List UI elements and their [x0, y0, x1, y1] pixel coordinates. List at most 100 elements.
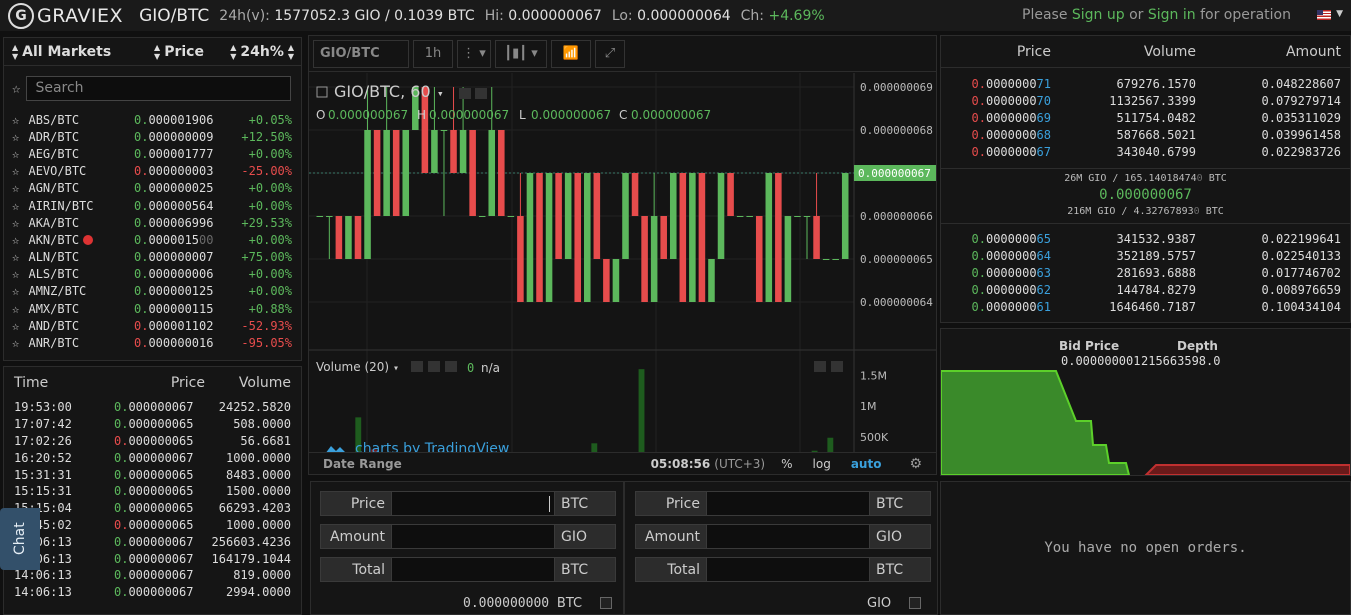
market-list: ☆ ABS/BTC 0.000001906 +0.05% ☆ ADR/BTC 0.…: [4, 111, 301, 352]
fullscreen-icon[interactable]: ⤢: [595, 39, 625, 68]
market-price: 0.000000125: [134, 284, 214, 299]
favorite-star-icon[interactable]: ☆: [12, 319, 19, 333]
market-row[interactable]: ☆ AKN/BTC 0.000001500 +0.00%: [4, 231, 301, 248]
indicators-icon[interactable]: 📶: [551, 39, 591, 68]
sort-market-button[interactable]: ▲ ▼ All Markets: [4, 43, 134, 61]
buy-form: Price BTC Amount GIO Total BTC 0.0000000…: [310, 481, 624, 615]
chart-clock: 05:08:56: [650, 456, 711, 471]
favorite-star-icon[interactable]: ☆: [12, 336, 19, 350]
market-row[interactable]: ☆ ABS/BTC 0.000001906 +0.05%: [4, 111, 301, 128]
candle: [765, 173, 773, 302]
candle: [488, 130, 496, 216]
market-row[interactable]: ☆ ANR/BTC 0.000000016 -95.05%: [4, 334, 301, 351]
favorite-star-icon[interactable]: ☆: [12, 284, 19, 298]
bid-row[interactable]: 0.000000061 1646460.7187 0.100434104: [941, 298, 1350, 315]
trade-list: 19:53:00 0.000000067 24252.5820 17:07:42 …: [4, 399, 301, 601]
interval-menu-icon[interactable]: ⋮ ▾: [457, 39, 491, 68]
market-row[interactable]: ☆ AEG/BTC 0.000001777 +0.00%: [4, 145, 301, 162]
market-pair: ☆ AEG/BTC: [12, 146, 80, 161]
candle: [622, 173, 629, 259]
favorites-star-icon[interactable]: ☆: [12, 81, 20, 97]
trades-header: Time Price Volume: [14, 375, 291, 391]
market-row[interactable]: ☆ AND/BTC 0.000001102 -52.93%: [4, 317, 301, 334]
favorite-star-icon[interactable]: ☆: [12, 164, 19, 178]
market-row[interactable]: ☆ AEVO/BTC 0.000000003 -25.00%: [4, 163, 301, 180]
search-input[interactable]: Search: [26, 76, 292, 101]
language-caret-icon[interactable]: ▼: [1336, 9, 1343, 19]
symbol-search-button[interactable]: GIO/BTC: [313, 39, 409, 68]
sort-price-button[interactable]: ▲ ▼ Price: [134, 43, 224, 61]
buy-max-checkbox[interactable]: [600, 597, 613, 609]
favorite-star-icon[interactable]: ☆: [12, 267, 19, 281]
favorite-star-icon[interactable]: ☆: [12, 181, 19, 195]
ask-row[interactable]: 0.000000070 1132567.3399 0.079279714: [941, 92, 1350, 109]
favorite-star-icon[interactable]: ☆: [12, 250, 19, 264]
ask-row[interactable]: 0.000000069 511754.0482 0.035311029: [941, 109, 1350, 126]
market-price: 0.000000006: [134, 267, 214, 282]
sell-amount-input[interactable]: [706, 525, 870, 548]
market-pair: ☆ AKA/BTC: [12, 215, 80, 230]
log-toggle[interactable]: log: [813, 457, 831, 471]
favorite-star-icon[interactable]: ☆: [12, 147, 19, 161]
depth-bid-value: 0.000000001: [1061, 354, 1141, 368]
buy-price-input[interactable]: [391, 492, 555, 515]
ask-row[interactable]: 0.000000067 343040.6799 0.022983726: [941, 143, 1350, 160]
ohlc-label: O: [316, 108, 325, 122]
markets-panel: ▲ ▼ All Markets ▲ ▼ Price ▲ ▼ 24h% ▲ ▼ ☆ Search …: [3, 37, 302, 361]
sell-total-input[interactable]: [706, 558, 870, 581]
market-row[interactable]: ☆ AMNZ/BTC 0.000000125 +0.00%: [4, 283, 301, 300]
market-row[interactable]: ☆ AMX/BTC 0.000000115 +0.88%: [4, 300, 301, 317]
bid-row[interactable]: 0.000000062 144784.8279 0.008976659: [941, 281, 1350, 298]
candle: [431, 130, 438, 173]
trade-history-panel: Time Price Volume 19:53:00 0.000000067 2…: [3, 366, 302, 615]
market-row[interactable]: ☆ AGN/BTC 0.000000025 +0.00%: [4, 180, 301, 197]
market-row[interactable]: ☆ AIRIN/BTC 0.000000564 +0.00%: [4, 197, 301, 214]
volume-axis-label: 1.5M: [860, 369, 887, 382]
ask-row[interactable]: 0.000000068 587668.5021 0.039961458: [941, 126, 1350, 143]
market-row[interactable]: ☆ ALS/BTC 0.000000006 +0.00%: [4, 266, 301, 283]
buy-amount-input[interactable]: [391, 525, 555, 548]
ask-row[interactable]: 0.000000071 679276.1570 0.048228607: [941, 75, 1350, 92]
favorite-star-icon[interactable]: ☆: [12, 130, 19, 144]
market-row[interactable]: ☆ ALN/BTC 0.000000007 +75.00%: [4, 249, 301, 266]
chart-settings-gear-icon[interactable]: ⚙: [909, 456, 922, 472]
sell-price-input[interactable]: [706, 492, 870, 515]
signup-link[interactable]: Sign up: [1072, 7, 1125, 23]
candle-style-icon[interactable]: ┃▮┃ ▾: [495, 39, 547, 68]
candle: [555, 173, 562, 259]
ask-depth-area: [1144, 464, 1350, 475]
favorite-star-icon[interactable]: ☆: [12, 302, 19, 316]
depth-chart-panel[interactable]: Bid Price Depth 0.000000001 215663598.0: [940, 328, 1351, 476]
no-open-orders-message: You have no open orders.: [1044, 540, 1247, 556]
bid-row[interactable]: 0.000000065 341532.9387 0.022199641: [941, 230, 1350, 247]
candle: [498, 130, 505, 216]
candle: [517, 216, 524, 302]
chat-button[interactable]: Chat: [0, 508, 40, 570]
price-chart[interactable]: 0.000000069 0.000000068 0.000000067 0.00000…: [309, 73, 936, 453]
auto-toggle[interactable]: auto: [851, 457, 882, 471]
price-axis-label: 0.000000069: [860, 81, 933, 94]
signin-link[interactable]: Sign in: [1148, 7, 1196, 23]
percent-toggle[interactable]: %: [781, 457, 792, 471]
favorite-star-icon[interactable]: ☆: [12, 113, 19, 127]
bid-row[interactable]: 0.000000064 352189.5757 0.022540133: [941, 247, 1350, 264]
candle: [536, 173, 543, 302]
market-change: +0.00%: [248, 284, 292, 299]
date-range-button[interactable]: Date Range: [323, 457, 402, 471]
favorite-star-icon[interactable]: ☆: [12, 199, 19, 213]
market-row[interactable]: ☆ AKA/BTC 0.000006996 +29.53%: [4, 214, 301, 231]
favorite-star-icon[interactable]: ☆: [12, 216, 19, 230]
logo[interactable]: G GRAVIEX: [8, 2, 123, 29]
sort-change-button[interactable]: ▲ ▼ 24h% ▲ ▼: [224, 43, 294, 61]
favorite-star-icon[interactable]: ☆: [12, 233, 19, 247]
bid-row[interactable]: 0.000000063 281693.6888 0.017746702: [941, 264, 1350, 281]
sell-max-checkbox[interactable]: [909, 597, 922, 609]
price-axis-label: 0.000000064: [860, 296, 933, 309]
buy-total-input[interactable]: [391, 558, 555, 581]
candle: [459, 130, 467, 173]
market-row[interactable]: ☆ ADR/BTC 0.000000009 +12.50%: [4, 128, 301, 145]
candle: [641, 216, 648, 302]
candle: [345, 216, 352, 259]
us-flag-icon[interactable]: [1317, 10, 1331, 20]
interval-button[interactable]: 1h: [413, 39, 453, 68]
